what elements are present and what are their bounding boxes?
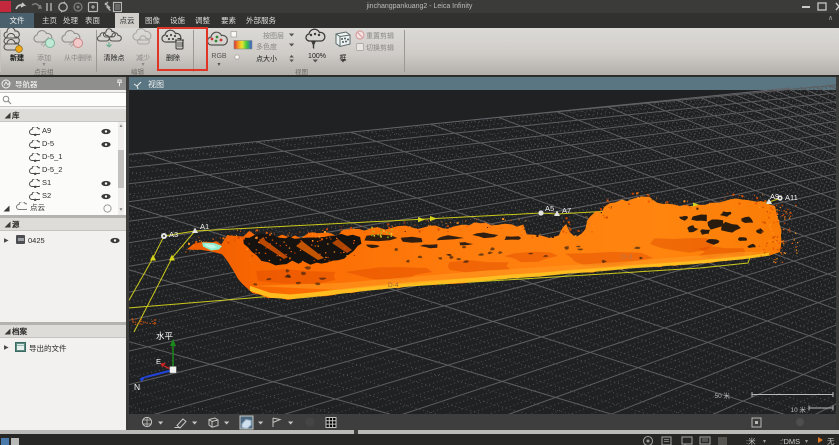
- svg-text:水平: 水平: [156, 331, 174, 341]
- svg-text:▾: ▾: [763, 439, 766, 445]
- svg-text:无: 无: [827, 437, 835, 445]
- svg-text:A9: A9: [770, 192, 779, 201]
- svg-text::'DMS: :'DMS: [780, 437, 800, 445]
- svg-text:A3: A3: [169, 230, 178, 239]
- svg-text:10 米: 10 米: [790, 405, 806, 414]
- svg-text:A7: A7: [562, 206, 571, 215]
- svg-text:视图: 视图: [148, 79, 164, 89]
- svg-text:▾: ▾: [805, 439, 808, 445]
- svg-text:50 米: 50 米: [714, 391, 730, 400]
- svg-text:D-3: D-3: [621, 254, 632, 261]
- svg-text:A1: A1: [200, 222, 209, 231]
- svg-text:A5: A5: [545, 204, 554, 213]
- svg-text:N: N: [134, 382, 140, 392]
- svg-text::米: :米: [746, 436, 756, 445]
- svg-text:E: E: [156, 357, 161, 366]
- svg-text:A11: A11: [785, 193, 798, 202]
- svg-text:D-4: D-4: [388, 282, 399, 289]
